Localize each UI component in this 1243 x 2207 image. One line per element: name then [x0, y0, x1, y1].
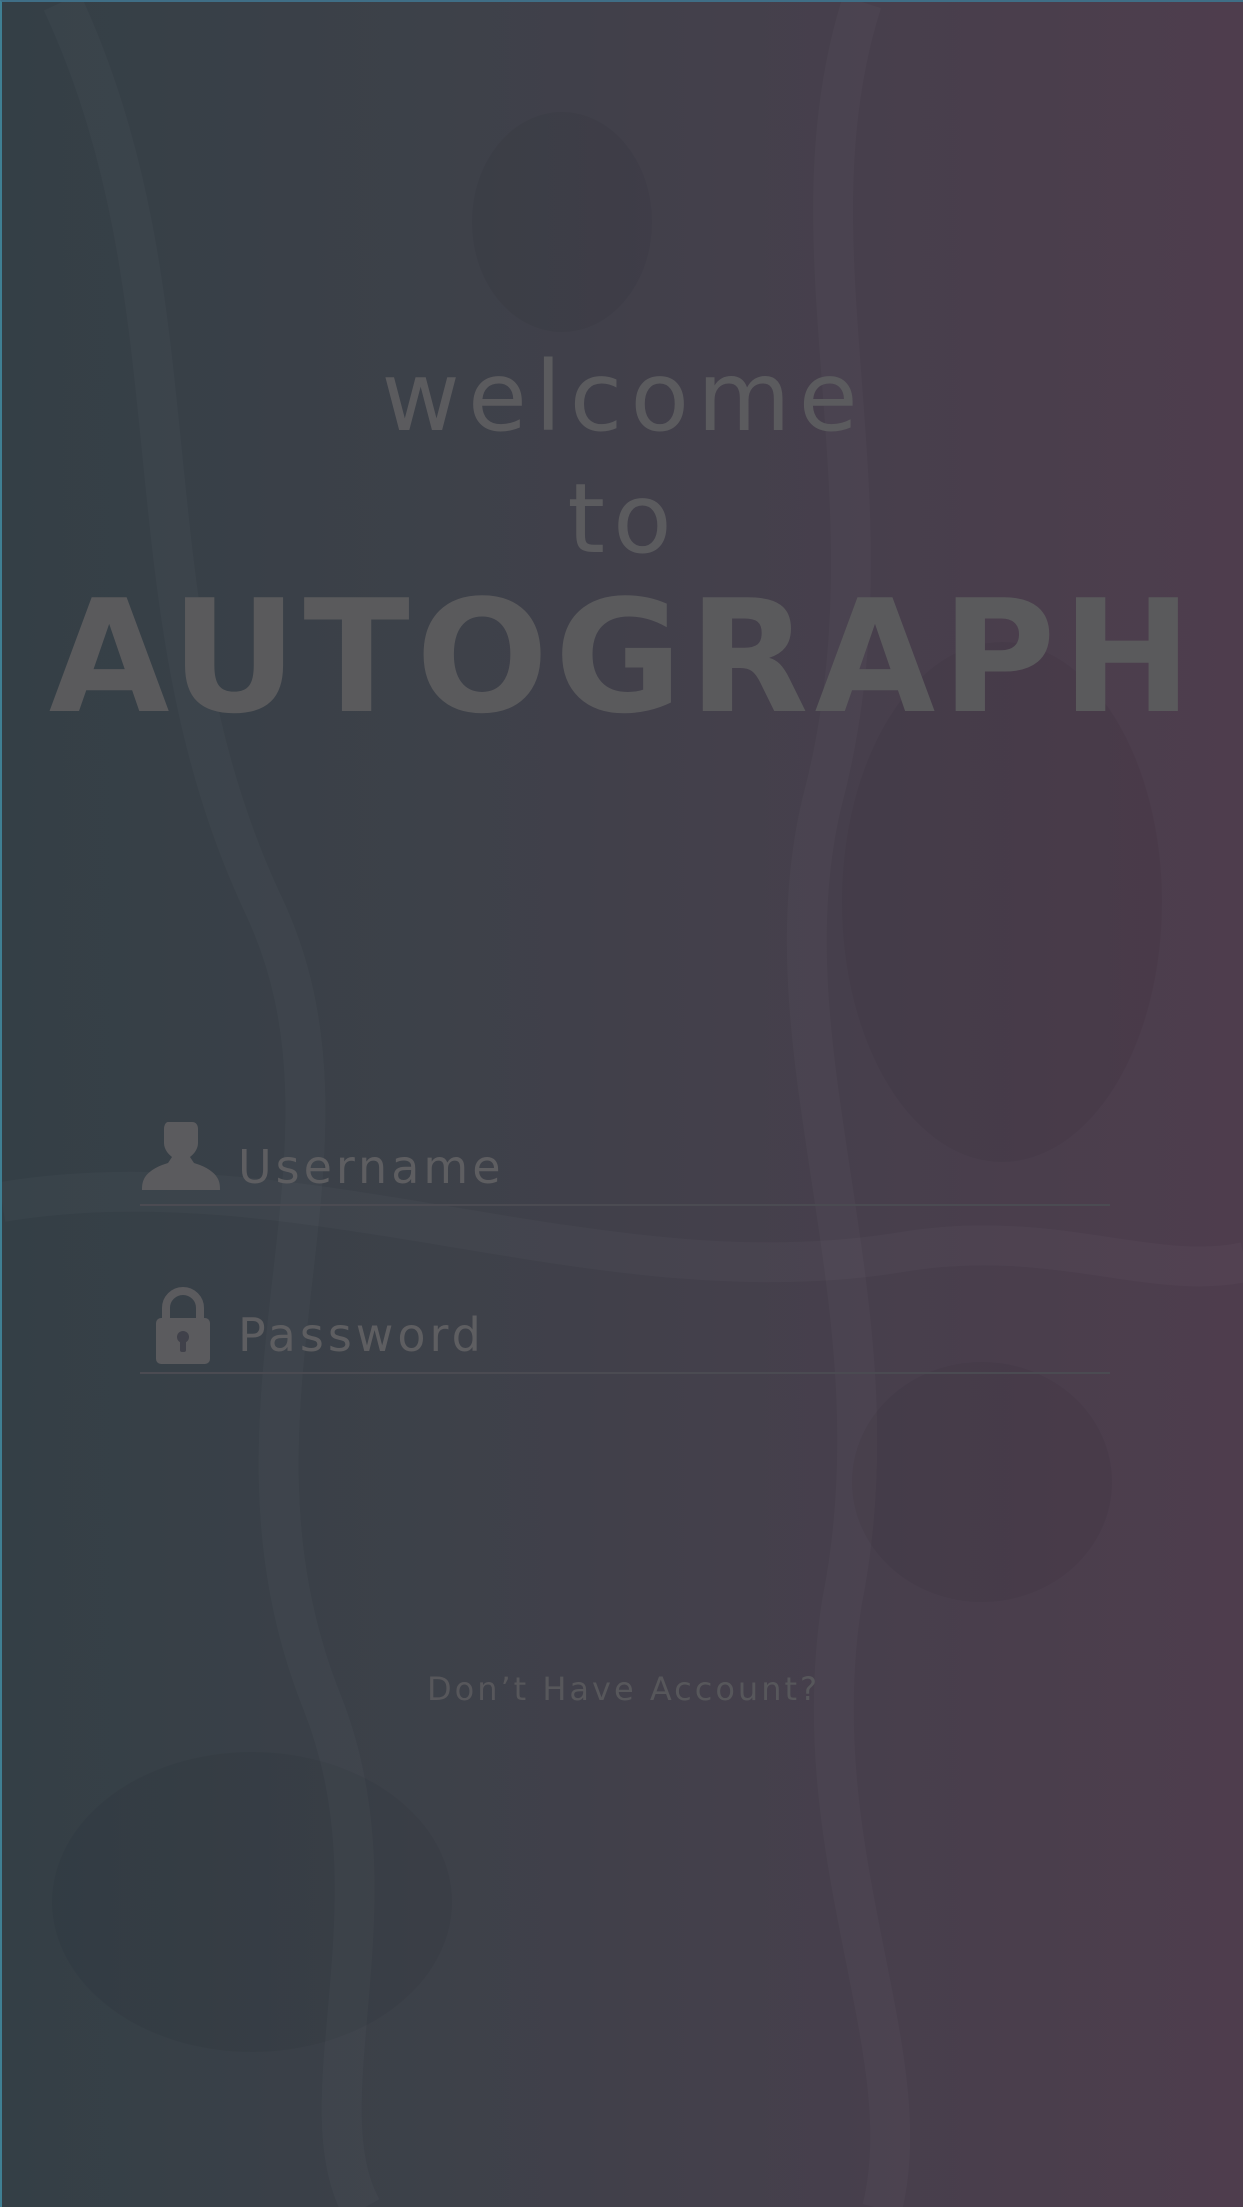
- username-field: [140, 1114, 1110, 1206]
- background-texture: [52, 112, 1162, 2052]
- signup-link[interactable]: Don’t Have Account?: [2, 1670, 1243, 1708]
- password-field: [140, 1282, 1110, 1374]
- user-icon: [142, 1122, 220, 1190]
- to-text: to: [567, 463, 680, 575]
- lock-icon: [156, 1287, 210, 1364]
- welcome-text: welcome: [381, 341, 866, 453]
- app-title: AUTOGRAPH: [48, 566, 1199, 748]
- password-input[interactable]: [238, 1300, 1098, 1370]
- login-screen: welcome to AUTOGRAPH Don’t Have Account?: [0, 0, 1243, 2207]
- username-input[interactable]: [238, 1132, 1098, 1202]
